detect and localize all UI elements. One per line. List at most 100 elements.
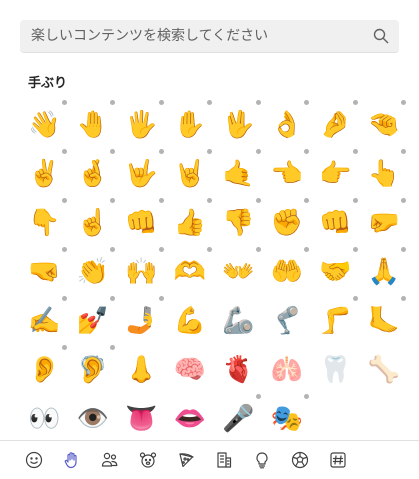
skin-tone-indicator <box>401 149 406 154</box>
emoji-ear[interactable]: 👂 <box>20 345 69 394</box>
emoji-raised-fist[interactable]: ✊ <box>263 198 312 247</box>
emoji-backhand-index-pointing-up[interactable]: 👆 <box>360 149 409 198</box>
emoji-crossed-fingers[interactable]: 🤞 <box>69 149 118 198</box>
selfie-glyph: 🤳 <box>125 305 158 336</box>
emoji-victory-hand[interactable]: ✌️ <box>20 149 69 198</box>
emoji-hand-with-fingers-splayed[interactable]: 🖐️ <box>117 100 166 149</box>
emoji-palms-up-together[interactable]: 🤲 <box>263 247 312 296</box>
people-icon <box>101 452 118 467</box>
hashtag-icon <box>330 452 346 468</box>
foot-glyph: 🦶 <box>367 305 400 336</box>
emoji-raising-hands[interactable]: 🙌 <box>117 247 166 296</box>
emoji-lungs[interactable]: 🫁 <box>263 345 312 394</box>
emoji-anatomical-heart[interactable]: 🫀 <box>214 345 263 394</box>
emoji-mechanical-leg[interactable]: 🦿 <box>263 296 312 345</box>
emoji-mechanical-arm[interactable]: 🦾 <box>214 296 263 345</box>
emoji-oncoming-fist[interactable]: 👊 <box>117 198 166 247</box>
activities-tab[interactable] <box>291 446 329 474</box>
flexed-biceps-glyph: 💪 <box>173 305 206 336</box>
emoji-backhand-index-pointing-right[interactable]: 👉 <box>311 149 360 198</box>
skin-tone-indicator <box>255 247 261 252</box>
emoji-open-hands[interactable]: 👐 <box>214 247 263 296</box>
emoji-nail-polish[interactable]: 💅 <box>69 296 118 345</box>
skin-tone-indicator <box>207 247 212 252</box>
emoji-tooth[interactable]: 🦷 <box>311 345 360 394</box>
tooth-glyph: 🦷 <box>319 354 352 385</box>
hand-gestures-tab[interactable] <box>63 446 101 474</box>
objects-tab[interactable] <box>253 446 291 474</box>
emoji-waving-hand[interactable]: 👋 <box>20 100 69 149</box>
emoji-thumbs-down[interactable]: 👎 <box>214 198 263 247</box>
tongue-glyph: 👅 <box>125 403 158 434</box>
skin-tone-indicator <box>304 247 309 252</box>
skin-tone-indicator <box>255 100 261 105</box>
emoji-oncoming-fist-front[interactable]: 👊 <box>311 198 360 247</box>
palms-up-together-glyph: 🤲 <box>270 256 303 287</box>
emoji-leg[interactable]: 🦵 <box>311 296 360 345</box>
raising-hands-glyph: 🙌 <box>125 256 158 287</box>
search-bar[interactable] <box>20 20 399 53</box>
emoji-left-facing-fist[interactable]: 🤛 <box>360 198 409 247</box>
ear-glyph: 👂 <box>28 354 61 385</box>
search-input[interactable] <box>31 21 361 51</box>
emoji-backhand-index-pointing-down[interactable]: 👇 <box>20 198 69 247</box>
people-tab[interactable] <box>101 446 139 474</box>
emoji-foot[interactable]: 🦶 <box>360 296 409 345</box>
emoji-bone[interactable]: 🦴 <box>360 345 409 394</box>
emoji-selfie[interactable]: 🤳 <box>117 296 166 345</box>
bone-glyph: 🦴 <box>367 354 400 385</box>
emoji-nose[interactable]: 👃 <box>117 345 166 394</box>
skin-tone-indicator <box>61 100 67 105</box>
index-pointing-up-glyph: ☝️ <box>76 207 109 238</box>
search-icon[interactable] <box>373 28 389 44</box>
emoji-folded-hands[interactable]: 🙏 <box>360 247 409 296</box>
emoji-sign-of-the-horns[interactable]: 🤘 <box>166 149 215 198</box>
emoji-pinching-hand[interactable]: 🤏 <box>360 100 409 149</box>
love-you-gesture-glyph: 🤟 <box>125 158 158 189</box>
emoji-flexed-biceps[interactable]: 💪 <box>166 296 215 345</box>
smileys-tab[interactable] <box>25 446 63 474</box>
places-tab[interactable] <box>215 446 253 474</box>
emoji-heart-hands[interactable]: 🫶 <box>166 247 215 296</box>
emoji-love-you-gesture[interactable]: 🤟 <box>117 149 166 198</box>
anatomical-heart-glyph: 🫀 <box>222 354 255 385</box>
emoji-raised-back-of-hand[interactable]: 🤚 <box>69 100 118 149</box>
emoji-eye[interactable]: 👁️ <box>69 394 118 443</box>
emoji-brain[interactable]: 🧠 <box>166 345 215 394</box>
emoji-eyes[interactable]: 👀 <box>20 394 69 443</box>
backhand-index-pointing-right-glyph: 👉 <box>319 158 352 189</box>
emoji-ok-hand[interactable]: 👌 <box>263 100 312 149</box>
symbols-tab[interactable] <box>329 446 367 474</box>
emoji-tongue[interactable]: 👅 <box>117 394 166 443</box>
nail-polish-glyph: 💅 <box>76 305 109 336</box>
emoji-thumbs-up[interactable]: 👍 <box>166 198 215 247</box>
skin-tone-indicator <box>304 394 309 399</box>
emoji-index-pointing-up[interactable]: ☝️ <box>69 198 118 247</box>
folded-hands-glyph: 🙏 <box>367 256 400 287</box>
thumbs-up-glyph: 👍 <box>173 207 206 238</box>
emoji-raised-hand[interactable]: ✋ <box>166 100 215 149</box>
lungs-glyph: 🫁 <box>270 354 303 385</box>
emoji-right-facing-fist[interactable]: 🤜 <box>20 247 69 296</box>
eyes-glyph: 👀 <box>28 403 61 434</box>
emoji-ear-with-hearing-aid[interactable]: 🦻 <box>69 345 118 394</box>
emoji-clapping-hands[interactable]: 👏 <box>69 247 118 296</box>
emoji-party-mask[interactable]: 🎭 <box>263 394 312 443</box>
emoji-microphone-hand[interactable]: 🎤 <box>214 394 263 443</box>
emoji-pinched-fingers[interactable]: 🤌 <box>311 100 360 149</box>
emoji-handshake[interactable]: 🤝 <box>311 247 360 296</box>
pinching-hand-glyph: 🤏 <box>367 109 400 140</box>
animals-tab[interactable] <box>139 446 177 474</box>
emoji-vulcan-salute[interactable]: 🖖 <box>214 100 263 149</box>
skin-tone-indicator <box>352 296 358 301</box>
emoji-call-me-hand[interactable]: 🤙 <box>214 149 263 198</box>
brain-glyph: 🧠 <box>173 354 206 385</box>
food-tab[interactable] <box>177 446 215 474</box>
skin-tone-indicator <box>158 100 164 105</box>
emoji-mouth[interactable]: 👄 <box>166 394 215 443</box>
emoji-writing-hand[interactable]: ✍️ <box>20 296 69 345</box>
raised-fist-glyph: ✊ <box>270 207 303 238</box>
skin-tone-indicator <box>110 345 115 350</box>
emoji-backhand-index-pointing-left[interactable]: 👈 <box>263 149 312 198</box>
left-facing-fist-glyph: 🤛 <box>367 207 400 238</box>
